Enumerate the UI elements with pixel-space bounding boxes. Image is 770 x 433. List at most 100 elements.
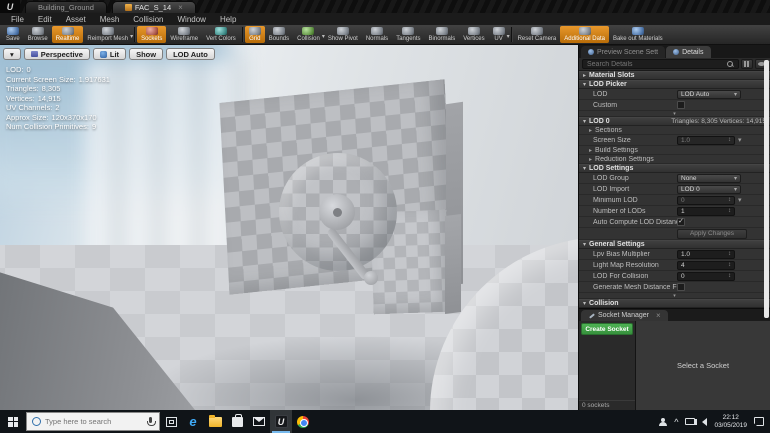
spinner-icon[interactable]: ↕ — [728, 137, 731, 143]
vert-colors-button[interactable]: Vert Colors — [202, 26, 240, 43]
collision-button[interactable]: Collision ▾ — [293, 26, 325, 43]
tab-label: Preview Scene Sett — [597, 48, 659, 56]
additional-data-button[interactable]: Additional Data — [560, 26, 609, 43]
spinner-icon[interactable]: ↕ — [728, 251, 731, 257]
lod-import-dropdown[interactable]: LOD 0 ▾ — [677, 184, 741, 194]
toolbar-label: Browse — [27, 36, 48, 42]
toolbar-separator — [510, 27, 512, 42]
reimport-mesh-button[interactable]: Reimport Mesh ▾ — [83, 26, 133, 43]
show-button[interactable]: Show — [129, 48, 164, 60]
row-reduction-settings[interactable]: ▸ Reduction Settings — [579, 155, 770, 164]
unreal-engine-taskbar-button[interactable]: U — [270, 410, 292, 433]
lit-button[interactable]: Lit — [92, 48, 127, 60]
volume-icon[interactable] — [694, 417, 708, 426]
perspective-button[interactable]: Perspective — [23, 48, 90, 60]
taskbar-search-input[interactable] — [45, 417, 143, 426]
lod-group-dropdown[interactable]: None ▾ — [677, 173, 741, 183]
taskbar-search[interactable] — [26, 412, 160, 431]
menu-asset[interactable]: Asset — [59, 15, 93, 24]
chrome-button[interactable] — [292, 410, 314, 433]
spinner-icon[interactable]: ↕ — [728, 262, 731, 268]
lod-dropdown[interactable]: LOD Auto ▾ — [677, 89, 741, 99]
menu-collision[interactable]: Collision — [126, 15, 170, 24]
reset-camera-button[interactable]: Reset Camera — [514, 26, 561, 43]
property-label: Minimum LOD — [593, 196, 638, 204]
window-tab-asset[interactable]: FAC_S_14 × — [111, 1, 196, 13]
chevron-down-icon[interactable]: ▾ — [507, 33, 510, 40]
row-sections[interactable]: ▸ Sections — [579, 126, 770, 135]
binormals-icon — [435, 27, 448, 35]
menu-window[interactable]: Window — [171, 15, 213, 24]
mesh-wheel-axle — [333, 208, 342, 217]
tangents-button[interactable]: Tangents — [392, 26, 424, 43]
window-tab-building-ground[interactable]: Building_Ground — [25, 1, 107, 13]
reset-to-default-icon[interactable]: ▾ — [738, 196, 742, 204]
start-button[interactable] — [0, 410, 26, 433]
realtime-button[interactable]: Realtime — [51, 26, 84, 43]
reset-to-default-icon[interactable]: ▾ — [738, 136, 742, 144]
apply-changes-button[interactable]: Apply Changes — [677, 228, 747, 239]
spinner-icon[interactable]: ↕ — [728, 273, 731, 279]
taskbar-clock[interactable]: 22:12 03/05/2019 — [714, 414, 747, 430]
wireframe-button[interactable]: Wireframe — [166, 26, 202, 43]
edge-button[interactable]: e — [182, 410, 204, 433]
lit-label: Lit — [109, 49, 120, 59]
row-build-settings[interactable]: ▸ Build Settings — [579, 146, 770, 155]
browse-button[interactable]: Browse — [24, 26, 52, 43]
binormals-button[interactable]: Binormals — [425, 26, 460, 43]
auto-compute-lod-checkbox[interactable] — [677, 218, 685, 226]
spinner-icon[interactable]: ↕ — [728, 197, 731, 203]
light-map-resolution-input[interactable]: 4 ↕ — [677, 260, 735, 270]
normals-button[interactable]: Normals — [362, 26, 392, 43]
search-input[interactable] — [587, 60, 727, 68]
chevron-down-icon[interactable]: ▾ — [130, 33, 133, 40]
generate-mesh-distance-checkbox[interactable] — [677, 283, 685, 291]
section-lod-settings[interactable]: ▾ LOD Settings — [579, 164, 770, 173]
mail-button[interactable] — [248, 410, 270, 433]
section-general-settings[interactable]: ▾ General Settings — [579, 240, 770, 249]
section-lod-picker[interactable]: ▾ LOD Picker — [579, 80, 770, 89]
show-pivot-button[interactable]: Show Pivot — [324, 26, 362, 43]
details-scrollbar[interactable] — [764, 60, 769, 318]
close-icon[interactable]: × — [656, 311, 661, 320]
lpv-bias-input[interactable]: 1.0 ↕ — [677, 249, 735, 259]
uv-button[interactable]: UV ▾ — [489, 26, 510, 43]
menu-file[interactable]: File — [4, 15, 31, 24]
viewport-options-button[interactable]: ▾ — [3, 48, 21, 60]
custom-checkbox[interactable] — [677, 101, 685, 109]
create-socket-button[interactable]: Create Socket — [581, 323, 633, 335]
tab-socket-manager[interactable]: Socket Manager × — [581, 310, 668, 321]
tab-details[interactable]: Details — [666, 46, 711, 58]
screen-size-input[interactable]: 1.0 ↕ — [677, 135, 735, 145]
spinner-icon[interactable]: ↕ — [728, 208, 731, 214]
view-options-button[interactable] — [741, 59, 753, 69]
property-row-light-map-resolution: Light Map Resolution 4 ↕ — [579, 260, 770, 271]
lod-auto-button[interactable]: LOD Auto — [166, 48, 215, 60]
menu-mesh[interactable]: Mesh — [93, 15, 127, 24]
minimum-lod-input[interactable]: 0 ↕ — [677, 195, 735, 205]
people-icon[interactable] — [659, 417, 668, 426]
section-material-slots[interactable]: ▸ Material Slots — [579, 71, 770, 80]
search-field[interactable] — [582, 59, 739, 69]
tab-preview-scene-settings[interactable]: Preview Scene Sett — [581, 46, 666, 58]
section-collision[interactable]: ▾ Collision — [579, 299, 770, 308]
action-center-icon[interactable] — [754, 417, 764, 426]
menu-edit[interactable]: Edit — [31, 15, 59, 24]
close-icon[interactable]: × — [178, 3, 183, 12]
store-button[interactable] — [226, 410, 248, 433]
microphone-icon[interactable] — [147, 416, 156, 427]
file-explorer-button[interactable] — [204, 410, 226, 433]
save-button[interactable]: Save — [2, 26, 24, 43]
bake-out-materials-button[interactable]: Bake out Materials — [609, 26, 667, 43]
grid-button[interactable]: Grid — [244, 26, 265, 43]
menu-help[interactable]: Help — [213, 15, 243, 24]
lod-for-collision-input[interactable]: 0 ↕ — [677, 271, 735, 281]
vertices-button[interactable]: Vertices — [459, 26, 488, 43]
number-of-lods-input[interactable]: 1 ↕ — [677, 206, 735, 216]
viewport-3d[interactable]: ▾ Perspective Lit Show LOD Auto LOD: 0 Cu… — [0, 45, 578, 410]
section-lod0[interactable]: ▾ LOD 0 Triangles: 8,305 Vertices: 14,91… — [579, 117, 770, 126]
sockets-button[interactable]: Sockets — [137, 26, 167, 43]
bounds-button[interactable]: Bounds — [265, 26, 293, 43]
show-hidden-icons-chevron[interactable]: ^ — [674, 417, 678, 427]
task-view-button[interactable] — [160, 410, 182, 433]
